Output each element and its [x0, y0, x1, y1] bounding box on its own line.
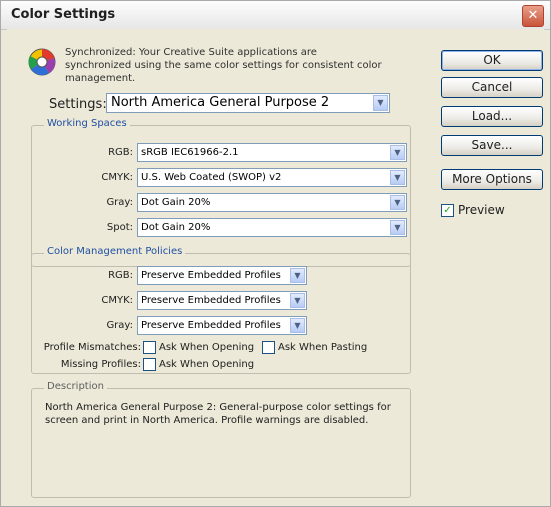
description-text: North America General Purpose 2: General…	[45, 402, 391, 426]
load-button[interactable]: Load...	[441, 106, 543, 127]
chevron-down-icon[interactable]: ▼	[373, 95, 388, 111]
ws-spot-select[interactable]: Dot Gain 20% ▼	[137, 218, 407, 237]
sync-status-text: Synchronized: Your Creative Suite applic…	[65, 47, 382, 84]
more-options-button[interactable]: More Options	[441, 169, 543, 190]
ws-rgb-value: sRGB IEC61966-2.1	[141, 147, 239, 158]
settings-select[interactable]: North America General Purpose 2 ▼	[106, 93, 390, 113]
missing-profiles-label: Missing Profiles:	[60, 359, 141, 370]
missing-ask-when-opening-label[interactable]: Ask When Opening	[159, 359, 254, 370]
ws-cmyk-select[interactable]: U.S. Web Coated (SWOP) v2 ▼	[137, 168, 407, 187]
ws-cmyk-value: U.S. Web Coated (SWOP) v2	[141, 172, 282, 183]
policy-gray-select[interactable]: Preserve Embedded Profiles ▼	[137, 316, 307, 335]
chevron-down-icon[interactable]: ▼	[390, 170, 405, 185]
chevron-down-icon[interactable]: ▼	[290, 293, 305, 308]
chevron-down-icon[interactable]: ▼	[390, 195, 405, 210]
description-title: Description	[44, 381, 107, 392]
missing-ask-when-opening-checkbox[interactable]	[143, 358, 156, 371]
check-icon: ✓	[443, 205, 452, 216]
policy-cmyk-value: Preserve Embedded Profiles	[141, 295, 281, 306]
ask-when-opening-checkbox[interactable]	[143, 341, 156, 354]
preview-label[interactable]: Preview	[458, 203, 505, 217]
policy-cmyk-select[interactable]: Preserve Embedded Profiles ▼	[137, 291, 307, 310]
ws-rgb-select[interactable]: sRGB IEC61966-2.1 ▼	[137, 143, 407, 162]
policy-gray-label: Gray:	[106, 320, 133, 331]
working-spaces-title: Working Spaces	[44, 118, 130, 129]
dialog-title: Color Settings	[11, 7, 116, 22]
chevron-down-icon[interactable]: ▼	[290, 268, 305, 283]
profile-mismatches-label: Profile Mismatches:	[43, 342, 141, 353]
ask-when-opening-label[interactable]: Ask When Opening	[159, 342, 254, 353]
save-button[interactable]: Save...	[441, 135, 543, 156]
settings-value: North America General Purpose 2	[111, 95, 330, 110]
preview-checkbox[interactable]: ✓	[441, 204, 454, 217]
policy-gray-value: Preserve Embedded Profiles	[141, 320, 281, 331]
policy-rgb-label: RGB:	[108, 270, 133, 281]
chevron-down-icon[interactable]: ▼	[290, 318, 305, 333]
close-button[interactable]: ✕	[522, 5, 544, 27]
settings-label: Settings:	[49, 97, 107, 112]
policy-rgb-value: Preserve Embedded Profiles	[141, 270, 281, 281]
policy-rgb-select[interactable]: Preserve Embedded Profiles ▼	[137, 266, 307, 285]
ws-spot-value: Dot Gain 20%	[141, 222, 211, 233]
ws-cmyk-label: CMYK:	[101, 172, 133, 183]
chevron-down-icon[interactable]: ▼	[390, 220, 405, 235]
cancel-button[interactable]: Cancel	[441, 77, 543, 98]
ws-rgb-label: RGB:	[108, 147, 133, 158]
ok-button[interactable]: OK	[441, 50, 543, 71]
color-settings-dialog: Color Settings ✕ Synchronized: Your Crea…	[0, 0, 551, 507]
ws-gray-label: Gray:	[106, 197, 133, 208]
ws-gray-select[interactable]: Dot Gain 20% ▼	[137, 193, 407, 212]
chevron-down-icon[interactable]: ▼	[390, 145, 405, 160]
ask-when-pasting-label[interactable]: Ask When Pasting	[278, 342, 367, 353]
policy-cmyk-label: CMYK:	[101, 295, 133, 306]
title-bar[interactable]: Color Settings ✕	[1, 1, 550, 30]
ws-spot-label: Spot:	[106, 222, 133, 233]
color-policies-title: Color Management Policies	[44, 246, 186, 257]
color-wheel-icon	[28, 48, 56, 76]
ask-when-pasting-checkbox[interactable]	[262, 341, 275, 354]
close-icon: ✕	[527, 8, 539, 23]
dialog-content: Synchronized: Your Creative Suite applic…	[7, 29, 544, 502]
ws-gray-value: Dot Gain 20%	[141, 197, 211, 208]
